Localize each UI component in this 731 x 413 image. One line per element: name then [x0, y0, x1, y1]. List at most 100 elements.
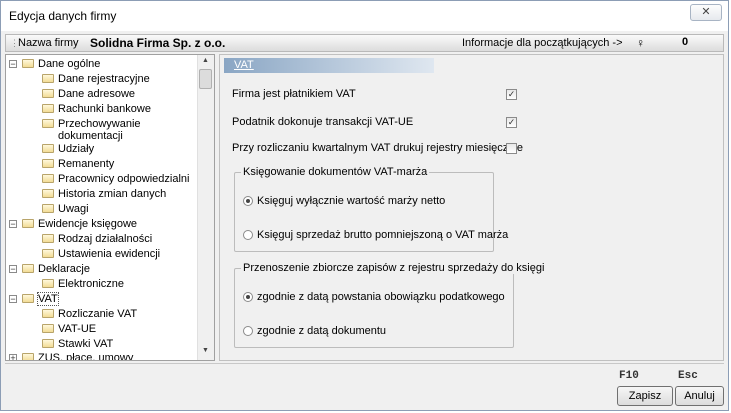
tree-item-label: ZUS, płace, umowy — [38, 352, 134, 361]
tree-item[interactable]: Przechowywanie dokumentacji — [42, 118, 178, 142]
vat-margin-group: Księgowanie dokumentów VAT-marża Księguj… — [234, 166, 508, 252]
tree-item[interactable]: Rozliczanie VAT — [42, 308, 137, 320]
collapse-icon[interactable]: − — [9, 60, 17, 69]
folder-icon — [42, 309, 54, 318]
tree-item[interactable]: Dane adresowe — [42, 88, 135, 100]
bulk-transfer-group: Przenoszenie zbiorcze zapisów z rejestru… — [234, 262, 547, 348]
collapse-icon[interactable]: − — [9, 295, 17, 304]
window-title: Edycja danych firmy — [9, 9, 117, 23]
tree-item-label: Ewidencje księgowe — [38, 218, 138, 230]
tree-item[interactable]: − Deklaracje — [9, 263, 90, 275]
tree-item-label: Dane adresowe — [58, 88, 136, 100]
tree-item-label: Historia zmian danych — [58, 188, 167, 200]
expand-icon[interactable]: + — [9, 354, 17, 360]
folder-icon — [42, 74, 54, 83]
radio-document-date[interactable]: zgodnie z datą dokumentu — [243, 325, 386, 337]
tree-item[interactable]: Dane rejestracyjne — [42, 73, 150, 85]
tree-item[interactable]: Ustawienia ewidencji — [42, 248, 160, 260]
tree-item[interactable]: − Ewidencje księgowe — [9, 218, 138, 230]
tree-item-label: Udziały — [58, 143, 95, 155]
radio-button[interactable] — [243, 292, 253, 302]
tree-item[interactable]: − Dane ogólne — [9, 58, 101, 70]
tree-item[interactable]: Stawki VAT — [42, 338, 113, 350]
radio-tax-obligation-date[interactable]: zgodnie z datą powstania obowiązku podat… — [243, 291, 505, 303]
settings-tree[interactable]: ▲ ▼ − Dane ogólne Dane rejestracyjne Dane a… — [5, 54, 215, 361]
folder-icon — [42, 144, 54, 153]
person-help-icon[interactable]: ♀ — [636, 36, 645, 50]
radio-margin-net[interactable]: Księguj wyłącznie wartość marży netto — [243, 195, 445, 207]
dialog-window: Edycja danych firmy ✕ ⋮ Nazwa firmy Soli… — [0, 0, 729, 411]
vat-ue-checkbox[interactable]: ✓ — [506, 117, 517, 128]
cancel-shortcut: Esc — [678, 370, 698, 382]
tree-item-label: Rachunki bankowe — [58, 103, 151, 115]
checkbox-row-vat-payer[interactable]: Firma jest płatnikiem VAT — [232, 88, 356, 100]
tree-item[interactable]: Remanenty — [42, 158, 114, 170]
folder-icon — [42, 159, 54, 168]
tree-item[interactable]: Rodzaj działalności — [42, 233, 152, 245]
tree-item-label: Rozliczanie VAT — [58, 308, 138, 320]
tree-item-label: Deklaracje — [38, 263, 90, 275]
checkbox-row-vat-ue[interactable]: Podatnik dokonuje transakcji VAT-UE — [232, 116, 413, 128]
tree-item-label: Elektroniczne — [58, 278, 125, 290]
tree-item[interactable]: VAT-UE — [42, 323, 96, 335]
tree-item[interactable]: Uwagi — [42, 203, 89, 215]
collapse-icon[interactable]: − — [9, 220, 17, 229]
folder-icon — [42, 174, 54, 183]
save-button[interactable]: Zapisz — [617, 386, 673, 406]
radio-label: zgodnie z datą powstania obowiązku podat… — [257, 291, 505, 303]
tree-item[interactable]: Historia zmian danych — [42, 188, 166, 200]
info-counter: 0 — [682, 36, 689, 48]
panel-title: VAT — [234, 59, 254, 71]
folder-icon — [22, 59, 34, 68]
vat-settings-panel: VAT Firma jest płatnikiem VAT ✓ Podatnik… — [219, 54, 724, 361]
radio-gross-reduced[interactable]: Księguj sprzedaż brutto pomniejszoną o V… — [243, 229, 508, 241]
monthly-registers-checkbox[interactable] — [506, 143, 517, 154]
folder-icon — [42, 89, 54, 98]
radio-label: Księguj wyłącznie wartość marży netto — [257, 195, 446, 207]
folder-icon — [42, 339, 54, 348]
tree-scrollbar[interactable]: ▲ ▼ — [197, 55, 214, 360]
save-shortcut: F10 — [619, 370, 639, 382]
cancel-button[interactable]: Anuluj — [675, 386, 724, 406]
tree-item[interactable]: Udziały — [42, 143, 94, 155]
radio-label: zgodnie z datą dokumentu — [257, 325, 387, 337]
collapse-icon[interactable]: − — [9, 265, 17, 274]
folder-icon — [42, 204, 54, 213]
firm-info-bar: ⋮ Nazwa firmy Solidna Firma Sp. z o.o. I… — [5, 34, 724, 52]
footer-divider — [5, 363, 724, 364]
tree-item[interactable]: Elektroniczne — [42, 278, 124, 290]
tree-item[interactable]: + ZUS, płace, umowy — [9, 352, 134, 361]
tree-item-label: Dane ogólne — [38, 58, 101, 70]
tree-item-label: VAT — [37, 292, 59, 306]
tree-item-label: Rodzaj działalności — [58, 233, 153, 245]
radio-button[interactable] — [243, 230, 253, 240]
checkbox-label: Podatnik dokonuje transakcji VAT-UE — [232, 116, 414, 128]
tree-item-label: Uwagi — [58, 203, 89, 215]
folder-icon — [42, 324, 54, 333]
folder-icon — [42, 104, 54, 113]
scroll-thumb[interactable] — [199, 69, 212, 89]
checkbox-label: Przy rozliczaniu kwartalnym VAT drukuj r… — [232, 142, 523, 154]
folder-icon — [22, 294, 34, 303]
title-bar: Edycja danych firmy ✕ — [1, 1, 728, 31]
close-button[interactable]: ✕ — [690, 4, 722, 21]
tree-item[interactable]: Rachunki bankowe — [42, 103, 151, 115]
tree-item[interactable]: − VAT — [9, 292, 59, 306]
folder-icon — [42, 249, 54, 258]
folder-icon — [22, 264, 34, 273]
scroll-down-arrow-icon[interactable]: ▼ — [202, 347, 209, 354]
radio-button[interactable] — [243, 196, 253, 206]
vat-payer-checkbox[interactable]: ✓ — [506, 89, 517, 100]
tree-item-label: Remanenty — [58, 158, 115, 170]
checkbox-label: Firma jest płatnikiem VAT — [232, 88, 356, 100]
folder-icon — [42, 189, 54, 198]
beginner-info-link[interactable]: Informacje dla początkujących -> — [462, 37, 623, 49]
radio-button[interactable] — [243, 326, 253, 336]
tree-item-label: Pracownicy odpowiedzialni — [58, 173, 190, 185]
group-title: Księgowanie dokumentów VAT-marża — [241, 166, 430, 178]
scroll-up-arrow-icon[interactable]: ▲ — [202, 57, 209, 64]
firm-name-value: Solidna Firma Sp. z o.o. — [90, 36, 226, 50]
tree-item[interactable]: Pracownicy odpowiedzialni — [42, 173, 189, 185]
checkbox-row-monthly-registers[interactable]: Przy rozliczaniu kwartalnym VAT drukuj r… — [232, 142, 523, 154]
tree-item-label: Przechowywanie dokumentacji — [58, 118, 141, 142]
